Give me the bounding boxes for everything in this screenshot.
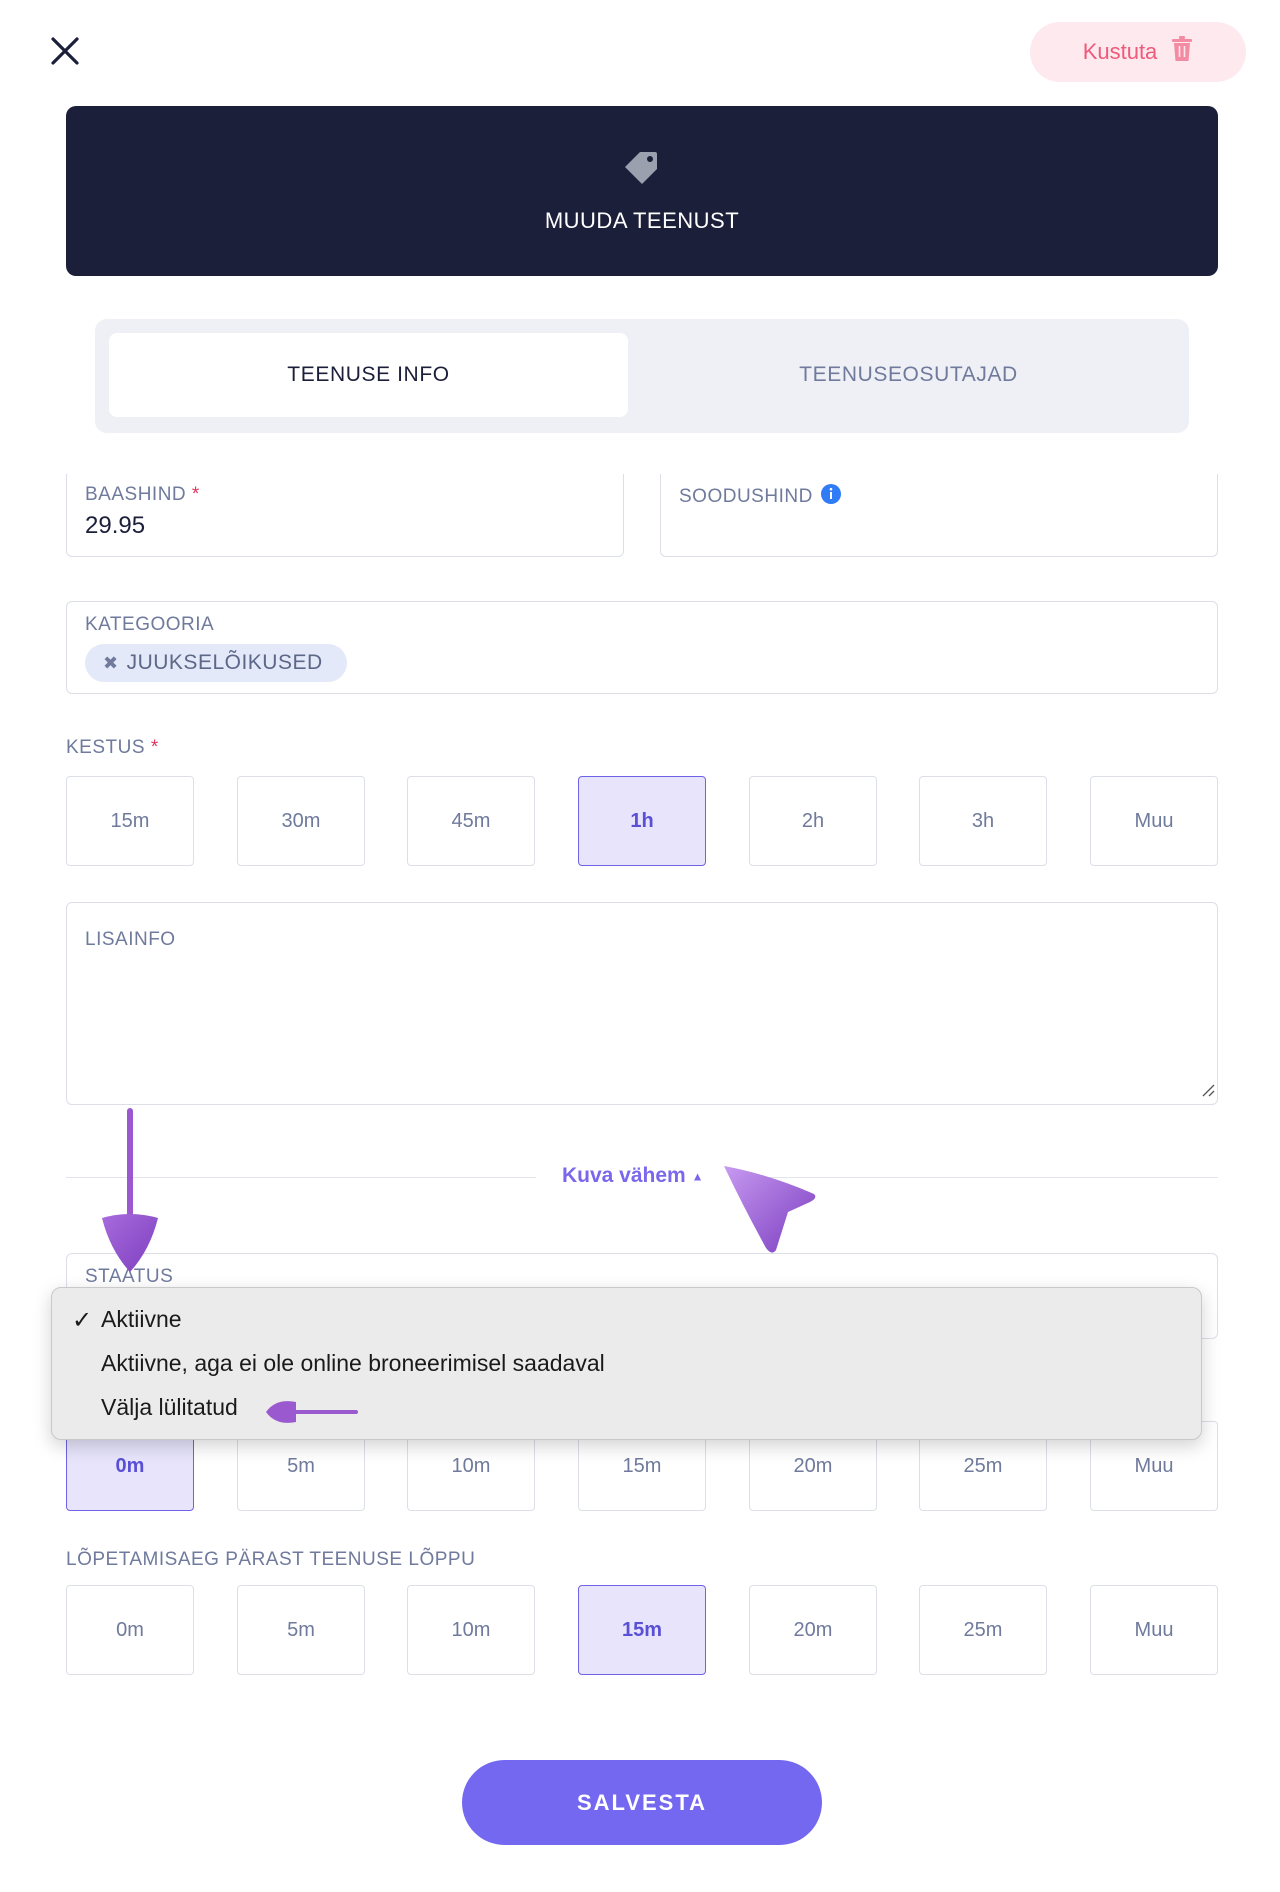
duration-option-other[interactable]: Muu [1090,776,1218,866]
tab-bar: TEENUSE INFO TEENUSEOSUTAJAD [95,319,1189,433]
duration-option-30m[interactable]: 30m [237,776,365,866]
status-option-disabled[interactable]: Välja lülitatud [101,1394,238,1421]
remove-chip-icon[interactable]: ✖ [103,653,119,674]
category-chip: ✖ JUUKSELÕIKUSED [85,644,347,682]
trash-icon [1171,36,1193,68]
category-chip-label: JUUKSELÕIKUSED [126,651,323,674]
duration-option-1h[interactable]: 1h [578,776,706,866]
required-mark: * [191,484,200,505]
duration-label: KESTUS [66,737,146,758]
tag-icon [624,149,660,190]
finish-option-20m[interactable]: 20m [749,1585,877,1675]
status-label: STAATUS [85,1266,174,1287]
category-label: KATEGOORIA [85,614,215,635]
divider-right [748,1177,1218,1178]
info-icon[interactable] [820,484,841,510]
show-less-link[interactable]: Kuva vähem ▲ [562,1164,703,1188]
divider-left [66,1177,536,1178]
discount-price-label: SOODUSHIND [679,486,813,507]
duration-option-15m[interactable]: 15m [66,776,194,866]
base-price-field[interactable]: BAASHIND * 29.95 [66,474,624,557]
tab-service-info[interactable]: TEENUSE INFO [109,333,628,417]
extra-info-label: LISAINFO [85,929,176,950]
category-field[interactable]: KATEGOORIA ✖ JUUKSELÕIKUSED [66,601,1218,694]
finish-option-other[interactable]: Muu [1090,1585,1218,1675]
discount-price-field[interactable]: SOODUSHIND [660,474,1218,557]
finish-option-0m[interactable]: 0m [66,1585,194,1675]
show-less-label: Kuva vähem [562,1164,686,1187]
duration-option-45m[interactable]: 45m [407,776,535,866]
annotation-pointer-icon [724,1166,816,1253]
resize-handle-icon[interactable] [1199,1081,1215,1102]
base-price-value: 29.95 [85,512,146,539]
finish-option-15m[interactable]: 15m [578,1585,706,1675]
page-title: MUUDA TEENUST [544,207,740,233]
close-icon[interactable] [48,34,82,68]
duration-option-2h[interactable]: 2h [749,776,877,866]
base-price-label: BAASHIND [85,484,187,505]
required-mark: * [150,737,159,758]
check-mark-icon: ✓ [72,1307,93,1334]
status-option-active-not-online[interactable]: Aktiivne, aga ei ole online broneerimise… [101,1350,605,1377]
finish-option-25m[interactable]: 25m [919,1585,1047,1675]
finish-option-5m[interactable]: 5m [237,1585,365,1675]
caret-up-icon: ▲ [691,1169,704,1184]
status-option-active[interactable]: Aktiivne [101,1306,182,1333]
finish-time-label: LÕPETAMISAEG PÄRAST TEENUSE LÕPPU [66,1549,476,1570]
delete-button[interactable]: Kustuta [1030,22,1246,82]
finish-option-10m[interactable]: 10m [407,1585,535,1675]
save-button[interactable]: SALVESTA [462,1760,822,1845]
page-header: MUUDA TEENUST [66,106,1218,276]
delete-label: Kustuta [1082,39,1158,64]
status-dropdown-menu: ✓ Aktiivne Aktiivne, aga ei ole online b… [51,1287,1202,1440]
tab-service-providers[interactable]: TEENUSEOSUTAJAD [642,333,1175,417]
extra-info-textarea[interactable]: LISAINFO [66,902,1218,1105]
duration-option-3h[interactable]: 3h [919,776,1047,866]
